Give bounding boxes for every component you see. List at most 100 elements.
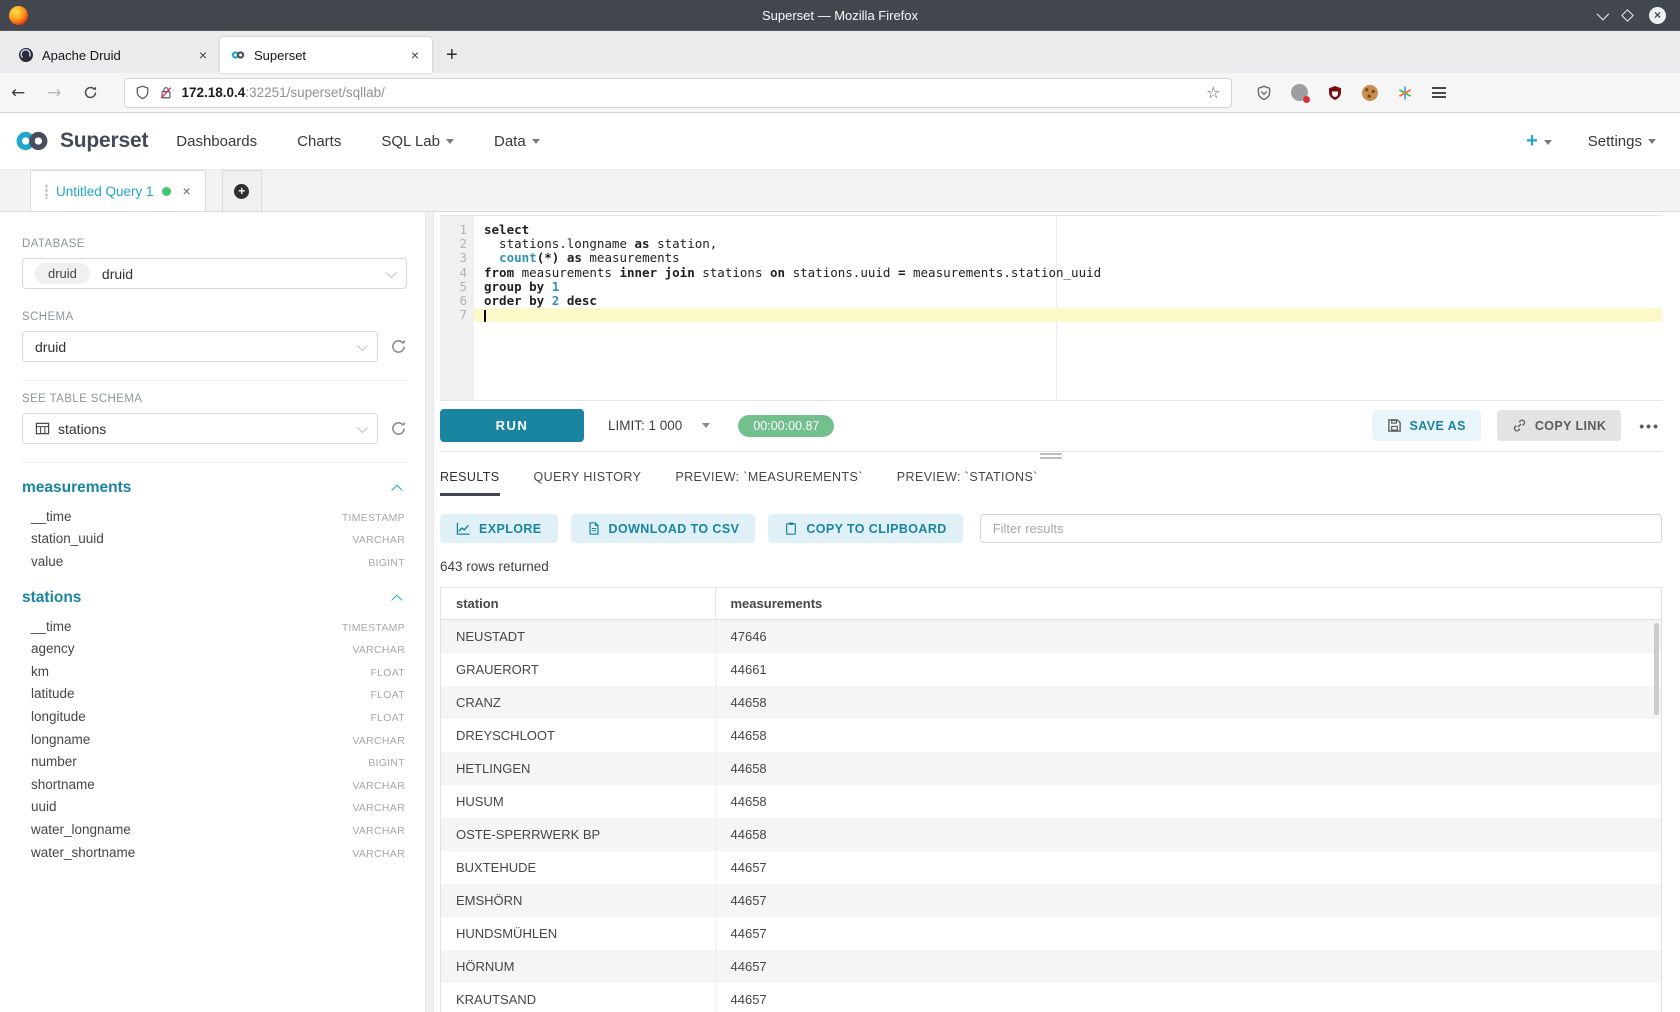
tab-results[interactable]: RESULTS <box>440 470 500 496</box>
pane-splitter[interactable] <box>425 212 434 1012</box>
schema-column-row: water_shortnameVARCHAR <box>22 841 407 864</box>
nav-item-charts[interactable]: Charts <box>297 133 341 150</box>
more-actions-button[interactable]: ••• <box>1639 418 1660 434</box>
column-type: VARCHAR <box>352 644 405 656</box>
save-as-button[interactable]: SAVE AS <box>1372 410 1481 441</box>
reload-button[interactable] <box>73 85 108 100</box>
run-button[interactable]: RUN <box>440 409 584 442</box>
code-line[interactable]: group by 1 <box>474 280 1662 294</box>
insecure-lock-icon[interactable] <box>159 85 173 100</box>
url-host: 172.18.0.4 <box>182 85 246 100</box>
explore-button[interactable]: EXPLORE <box>440 514 558 543</box>
query-tab-close-icon[interactable]: × <box>183 183 191 199</box>
settings-menu[interactable]: Settings <box>1588 133 1656 150</box>
browser-tab-apache-druid[interactable]: Apache Druid × <box>8 37 220 73</box>
code-line[interactable]: order by 2 desc <box>474 294 1662 308</box>
new-query-tab-button[interactable]: + <box>222 170 262 211</box>
nav-item-dashboards[interactable]: Dashboards <box>176 133 257 150</box>
url-path: :32251/superset/sqllab/ <box>245 85 385 100</box>
tab-preview-stations[interactable]: PREVIEW: `STATIONS` <box>897 470 1038 496</box>
extension-badge-icon[interactable] <box>1291 84 1308 101</box>
query-tab-bar: Untitled Query 1 × + <box>0 170 1680 212</box>
browser-tab-superset[interactable]: Superset × <box>220 37 432 73</box>
editor-code[interactable]: select stations.longname as station, cou… <box>474 216 1662 400</box>
new-tab-button[interactable]: + <box>432 44 470 73</box>
results-actions: EXPLORE DOWNLOAD TO CSV COPY TO CLIPBOAR… <box>440 514 1662 543</box>
caret-down-icon <box>532 139 540 144</box>
window-shade-icon[interactable] <box>1597 7 1610 20</box>
code-line[interactable]: count(*) as measurements <box>474 251 1662 265</box>
bookmark-star-icon[interactable]: ☆ <box>1206 83 1220 102</box>
drag-handle-icon[interactable] <box>45 184 48 199</box>
copy-clipboard-button[interactable]: COPY TO CLIPBOARD <box>768 514 962 543</box>
back-button[interactable]: ← <box>0 83 36 103</box>
pane-divider[interactable] <box>440 451 1662 452</box>
copy-link-button[interactable]: COPY LINK <box>1497 410 1621 441</box>
pocket-extension-icon[interactable] <box>1256 85 1272 101</box>
table-row[interactable]: HUNDSMÜHLEN44657 <box>441 917 1661 950</box>
tab-preview-measurements[interactable]: PREVIEW: `MEASUREMENTS` <box>675 470 862 496</box>
table-row[interactable]: GRAUERORT44661 <box>441 653 1661 686</box>
forward-button[interactable]: → <box>36 83 72 103</box>
table-row[interactable]: HÖRNUM44657 <box>441 950 1661 983</box>
schema-table-name[interactable]: measurements <box>22 479 131 497</box>
code-line[interactable] <box>474 308 1662 322</box>
window-maximize-icon[interactable] <box>1621 9 1634 22</box>
shield-icon[interactable] <box>135 85 150 100</box>
column-type: VARCHAR <box>352 735 405 747</box>
refresh-table-icon[interactable] <box>390 420 407 437</box>
database-label: DATABASE <box>22 238 407 250</box>
sql-editor[interactable]: 1234567 select stations.longname as stat… <box>440 215 1662 401</box>
table-row[interactable]: EMSHÖRN44657 <box>441 884 1661 917</box>
download-csv-button[interactable]: DOWNLOAD TO CSV <box>571 514 756 543</box>
plus-circle-icon: + <box>234 184 249 199</box>
table-select[interactable]: stations <box>22 413 378 444</box>
table-row[interactable]: DREYSCHLOOT44658 <box>441 719 1661 752</box>
nav-item-sql-lab[interactable]: SQL Lab <box>381 133 454 150</box>
refresh-schema-icon[interactable] <box>390 338 407 355</box>
code-line[interactable]: from measurements inner join stations on… <box>474 266 1662 280</box>
query-status-dot <box>162 187 171 196</box>
column-type: BIGINT <box>368 557 405 569</box>
code-line[interactable]: stations.longname as station, <box>474 237 1662 251</box>
schema-column-row: numberBIGINT <box>22 750 407 773</box>
table-row[interactable]: BUXTEHUDE44657 <box>441 851 1661 884</box>
table-row[interactable]: OSTE-SPERRWERK BP44658 <box>441 818 1661 851</box>
column-header-measurements[interactable]: measurements <box>715 588 1661 620</box>
schema-table-name[interactable]: stations <box>22 589 81 607</box>
cookie-extension-icon[interactable] <box>1362 85 1378 101</box>
column-header-station[interactable]: station <box>441 588 715 620</box>
column-type: VARCHAR <box>352 534 405 546</box>
nav-item-data[interactable]: Data <box>494 133 540 150</box>
table-cell: 44658 <box>715 818 1661 851</box>
table-row[interactable]: HETLINGEN44658 <box>441 752 1661 785</box>
collapse-chevron-icon[interactable] <box>391 594 402 605</box>
table-row[interactable]: NEUSTADT47646 <box>441 620 1661 654</box>
menu-hamburger-icon[interactable] <box>1432 84 1446 100</box>
results-table-container: station measurements NEUSTADT47646GRAUER… <box>440 587 1662 1012</box>
tab-close-icon[interactable]: × <box>196 47 210 63</box>
query-tab-active[interactable]: Untitled Query 1 × <box>30 170 206 211</box>
code-line[interactable]: select <box>474 223 1662 237</box>
url-bar[interactable]: 172.18.0.4:32251/superset/sqllab/ ☆ <box>124 78 1232 108</box>
tab-query-history[interactable]: QUERY HISTORY <box>534 470 642 496</box>
table-cell: BUXTEHUDE <box>441 851 715 884</box>
tab-close-icon[interactable]: × <box>408 47 422 63</box>
limit-control[interactable]: LIMIT: 1 000 <box>608 418 710 433</box>
table-cell: 44657 <box>715 884 1661 917</box>
superset-logo[interactable]: Superset <box>12 129 148 153</box>
schema-select[interactable]: druid <box>22 331 378 362</box>
window-close-button[interactable]: × <box>1649 7 1666 24</box>
table-scrollbar[interactable] <box>1654 623 1659 715</box>
add-new-button[interactable]: + <box>1526 130 1552 153</box>
table-row[interactable]: HUSUM44658 <box>441 785 1661 818</box>
ublock-extension-icon[interactable] <box>1327 85 1343 101</box>
collapse-chevron-icon[interactable] <box>391 484 402 495</box>
database-select[interactable]: druid druid <box>22 258 407 289</box>
table-row[interactable]: KRAUTSAND44657 <box>441 983 1661 1012</box>
colorful-asterisk-extension-icon[interactable] <box>1397 85 1413 101</box>
filter-results-input[interactable] <box>980 514 1662 543</box>
column-type: TIMESTAMP <box>342 622 405 634</box>
table-row[interactable]: CRANZ44658 <box>441 686 1661 719</box>
splitter-handle-icon[interactable] <box>1040 453 1062 461</box>
